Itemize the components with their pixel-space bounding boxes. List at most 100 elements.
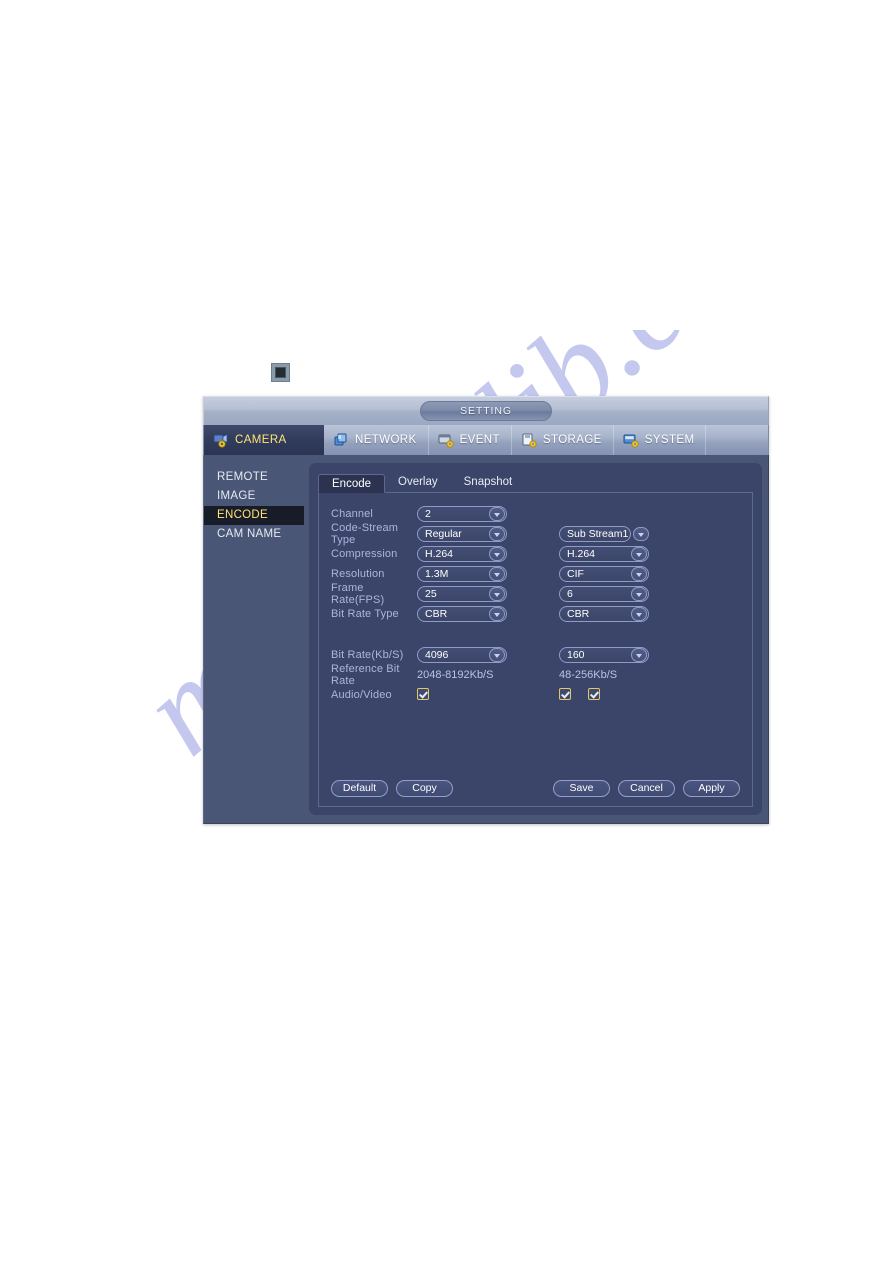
bit-rate-sub-select[interactable]: 160 bbox=[559, 647, 649, 663]
row-compression: Compression H.264 H.264 bbox=[319, 544, 752, 564]
bit-rate-type-sub-value: CBR bbox=[567, 608, 590, 620]
bit-rate-type-main-select[interactable]: CBR bbox=[417, 606, 507, 622]
nav-item-event-label: EVENT bbox=[459, 434, 500, 446]
chevron-down-icon[interactable] bbox=[631, 547, 647, 561]
sidebar-item-image-label: IMAGE bbox=[217, 490, 256, 502]
nav-item-network-label: NETWORK bbox=[355, 434, 417, 446]
sidebar-item-image[interactable]: IMAGE bbox=[204, 487, 304, 506]
bit-rate-main-select[interactable]: 4096 bbox=[417, 647, 507, 663]
tab-snapshot-label: Snapshot bbox=[463, 476, 513, 488]
dialog-title: SETTING bbox=[420, 401, 552, 421]
setting-dialog: SETTING CAMERA NETWORK EVENT STORAGE SYS… bbox=[203, 396, 769, 824]
cancel-button[interactable]: Cancel bbox=[618, 780, 675, 797]
chevron-down-icon[interactable] bbox=[631, 648, 647, 662]
encode-tabbar: Encode Overlay Snapshot bbox=[318, 473, 753, 493]
sidebar-item-cam-name[interactable]: CAM NAME bbox=[204, 525, 304, 544]
network-gear-icon bbox=[333, 433, 350, 448]
frame-rate-main-select[interactable]: 25 bbox=[417, 586, 507, 602]
compression-main-select[interactable]: H.264 bbox=[417, 546, 507, 562]
dialog-footer: Default Copy Save Cancel Apply bbox=[319, 780, 752, 797]
audio-video-main-checkbox[interactable] bbox=[417, 687, 429, 700]
sidebar-item-encode[interactable]: ENCODE bbox=[204, 506, 304, 525]
tab-encode[interactable]: Encode bbox=[318, 474, 386, 493]
resolution-sub-value: CIF bbox=[567, 568, 584, 580]
chevron-down-icon[interactable] bbox=[489, 547, 505, 561]
compression-main-value: H.264 bbox=[425, 548, 454, 560]
nav-item-storage[interactable]: STORAGE bbox=[512, 425, 614, 455]
apply-button[interactable]: Apply bbox=[683, 780, 740, 797]
row-channel: Channel 2 bbox=[319, 504, 752, 524]
chevron-down-icon[interactable] bbox=[489, 567, 505, 581]
event-gear-icon bbox=[438, 433, 455, 448]
code-stream-type-sub-value: Sub Stream1 bbox=[567, 528, 629, 540]
chevron-down-icon[interactable] bbox=[631, 587, 647, 601]
chevron-down-icon[interactable] bbox=[489, 527, 505, 541]
channel-select[interactable]: 2 bbox=[417, 506, 507, 522]
tab-overlay[interactable]: Overlay bbox=[385, 473, 451, 492]
save-button[interactable]: Save bbox=[553, 780, 610, 797]
chevron-down-icon[interactable] bbox=[489, 587, 505, 601]
label-audio-video: Audio/Video bbox=[331, 689, 392, 701]
compression-sub-value: H.264 bbox=[567, 548, 596, 560]
compression-sub-select[interactable]: H.264 bbox=[559, 546, 649, 562]
device-thumbnail-icon bbox=[271, 363, 290, 382]
default-button[interactable]: Default bbox=[331, 780, 388, 797]
label-resolution: Resolution bbox=[331, 568, 385, 580]
copy-button[interactable]: Copy bbox=[396, 780, 453, 797]
resolution-main-value: 1.3M bbox=[425, 568, 449, 580]
code-stream-type-main-value: Regular bbox=[425, 528, 462, 540]
tab-snapshot[interactable]: Snapshot bbox=[451, 473, 526, 492]
row-bit-rate-type: Bit Rate Type CBR CBR bbox=[319, 604, 752, 624]
tab-overlay-label: Overlay bbox=[398, 476, 438, 488]
frame-rate-sub-value: 6 bbox=[567, 588, 573, 600]
label-reference-bit-rate: Reference Bit Rate bbox=[331, 663, 400, 687]
row-reference-bit-rate: Reference Bit Rate 2048-8192Kb/S 48-256K… bbox=[319, 663, 752, 687]
row-audio-video: Audio/Video bbox=[319, 685, 752, 705]
bit-rate-type-sub-select[interactable]: CBR bbox=[559, 606, 649, 622]
code-stream-type-sub-select[interactable]: Sub Stream1 bbox=[559, 526, 649, 542]
sidebar-item-remote-label: REMOTE bbox=[217, 471, 268, 483]
chevron-down-icon[interactable] bbox=[631, 567, 647, 581]
nav-item-system[interactable]: SYSTEM bbox=[614, 425, 707, 455]
nav-item-camera-label: CAMERA bbox=[235, 434, 287, 446]
reference-bit-rate-main-value: 2048-8192Kb/S bbox=[417, 669, 494, 681]
row-bit-rate: Bit Rate(Kb/S) 4096 160 bbox=[319, 645, 752, 665]
chevron-down-icon[interactable] bbox=[489, 507, 505, 521]
nav-item-network[interactable]: NETWORK bbox=[324, 425, 429, 455]
frame-rate-main-value: 25 bbox=[425, 588, 437, 600]
chevron-down-icon[interactable] bbox=[631, 607, 647, 621]
chevron-down-icon[interactable] bbox=[633, 527, 649, 541]
label-bit-rate: Bit Rate(Kb/S) bbox=[331, 649, 404, 661]
storage-gear-icon bbox=[521, 433, 538, 448]
sidebar-item-remote[interactable]: REMOTE bbox=[204, 468, 304, 487]
encode-form: Channel 2 Code-Stream Type Regular Sub S… bbox=[318, 493, 753, 807]
resolution-sub-select[interactable]: CIF bbox=[559, 566, 649, 582]
chevron-down-icon[interactable] bbox=[489, 607, 505, 621]
dialog-titlebar: SETTING bbox=[203, 396, 769, 425]
encode-panel: Encode Overlay Snapshot Channel 2 Code-S… bbox=[309, 463, 762, 815]
nav-item-camera[interactable]: CAMERA bbox=[204, 425, 324, 455]
nav-item-event[interactable]: EVENT bbox=[429, 425, 512, 455]
nav-item-system-label: SYSTEM bbox=[644, 434, 695, 446]
label-bit-rate-type: Bit Rate Type bbox=[331, 608, 399, 620]
bit-rate-sub-value: 160 bbox=[567, 649, 585, 661]
label-frame-rate: Frame Rate(FPS) bbox=[331, 582, 385, 606]
tab-encode-label: Encode bbox=[332, 478, 372, 490]
audio-video-sub-checkbox-1[interactable] bbox=[559, 687, 571, 700]
frame-rate-sub-select[interactable]: 6 bbox=[559, 586, 649, 602]
bit-rate-main-value: 4096 bbox=[425, 649, 449, 661]
chevron-down-icon[interactable] bbox=[489, 648, 505, 662]
resolution-main-select[interactable]: 1.3M bbox=[417, 566, 507, 582]
channel-select-value: 2 bbox=[425, 508, 431, 520]
row-frame-rate: Frame Rate(FPS) 25 6 bbox=[319, 582, 752, 606]
content-wrapper: Encode Overlay Snapshot Channel 2 Code-S… bbox=[304, 455, 768, 823]
row-code-stream-type: Code-Stream Type Regular Sub Stream1 bbox=[319, 522, 752, 546]
camera-sidebar: REMOTE IMAGE ENCODE CAM NAME bbox=[204, 455, 304, 823]
row-spacer bbox=[319, 624, 752, 645]
sidebar-item-encode-label: ENCODE bbox=[217, 509, 269, 521]
code-stream-type-main-select[interactable]: Regular bbox=[417, 526, 507, 542]
sidebar-item-cam-name-label: CAM NAME bbox=[217, 528, 282, 540]
audio-video-sub-checkbox-2[interactable] bbox=[588, 687, 601, 700]
label-channel: Channel bbox=[331, 508, 374, 520]
dialog-body: REMOTE IMAGE ENCODE CAM NAME Encode Over… bbox=[203, 455, 769, 824]
